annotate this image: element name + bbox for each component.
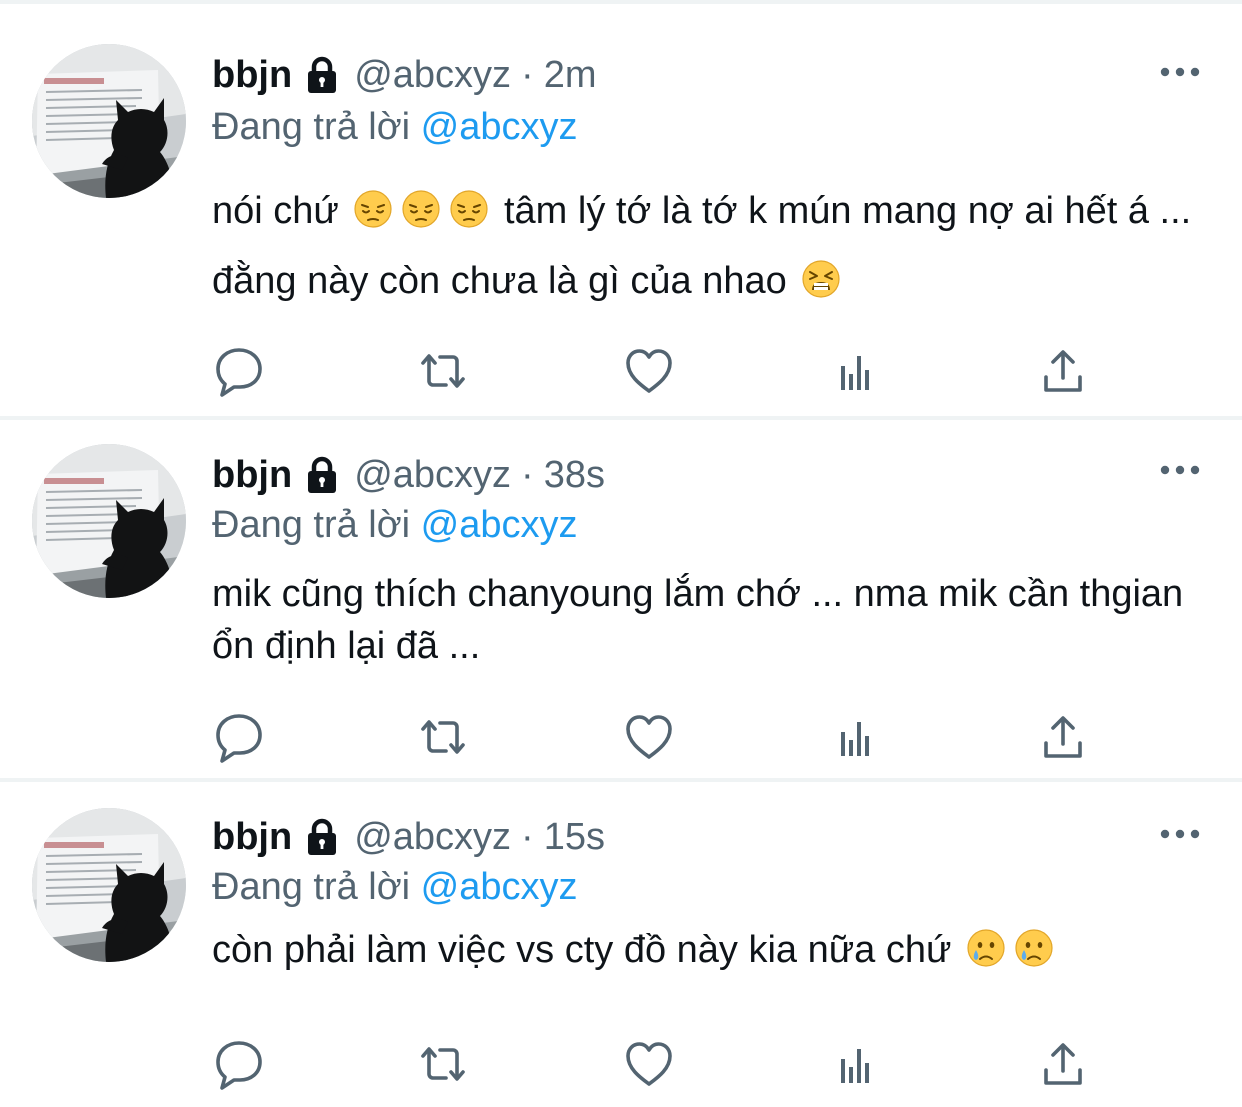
like-icon: [622, 344, 676, 398]
retweet-icon: [416, 710, 470, 764]
stats-icon: [830, 710, 884, 764]
reply-icon: [212, 710, 266, 764]
share-button[interactable]: [1036, 344, 1090, 398]
tweet-text: mik cũng thích chanyoung lắm chớ ... nma…: [212, 573, 1184, 667]
pensive-face-emoji: [449, 189, 489, 229]
share-icon: [1036, 710, 1090, 764]
tweet-actions: [212, 344, 1092, 398]
reply-to-link[interactable]: @abcxyz: [421, 866, 578, 908]
author-name[interactable]: bbjn: [212, 812, 292, 862]
reply-icon: [212, 344, 266, 398]
author-name[interactable]: bbjn: [212, 450, 292, 500]
author-handle[interactable]: @abcxyz: [354, 812, 511, 862]
stats-icon: [830, 1037, 884, 1091]
top-divider: [0, 0, 1242, 4]
lock-icon: [302, 455, 342, 495]
reply-context: Đang trả lời @abcxyz: [212, 862, 578, 912]
reply-button[interactable]: [212, 710, 266, 764]
stats-button[interactable]: [830, 344, 884, 398]
retweet-icon: [416, 344, 470, 398]
stats-button[interactable]: [830, 1037, 884, 1091]
like-icon: [622, 710, 676, 764]
like-button[interactable]: [622, 344, 676, 398]
tweet-text-part: còn phải làm việc vs cty đồ này kia nữa …: [212, 929, 952, 971]
share-button[interactable]: [1036, 1037, 1090, 1091]
retweet-icon: [416, 1037, 470, 1091]
reply-prefix: Đang trả lời: [212, 504, 411, 546]
tweet[interactable]: bbjn @abcxyz · 15s Đang trả lời @abcxyz …: [0, 782, 1242, 1107]
avatar[interactable]: [32, 44, 186, 198]
reply-button[interactable]: [212, 1037, 266, 1091]
reply-to-link[interactable]: @abcxyz: [421, 106, 578, 148]
tweet-text-part: nói chứ: [212, 190, 339, 232]
reply-button[interactable]: [212, 344, 266, 398]
share-icon: [1036, 344, 1090, 398]
tweet-header: bbjn @abcxyz · 15s: [212, 812, 605, 862]
tired-face-emoji: [801, 259, 841, 299]
like-button[interactable]: [622, 710, 676, 764]
share-icon: [1036, 1037, 1090, 1091]
author-handle[interactable]: @abcxyz: [354, 50, 511, 100]
author-name[interactable]: bbjn: [212, 50, 292, 100]
separator-dot: ·: [521, 54, 534, 96]
stats-icon: [830, 344, 884, 398]
author-handle[interactable]: @abcxyz: [354, 450, 511, 500]
tweet[interactable]: bbjn @abcxyz · 38s Đang trả lời @abcxyz …: [0, 420, 1242, 778]
avatar[interactable]: [32, 808, 186, 962]
crying-face-emoji: [1014, 928, 1054, 968]
tweet-time[interactable]: 2m: [544, 50, 597, 100]
reply-context: Đang trả lời @abcxyz: [212, 102, 578, 152]
reply-to-link[interactable]: @abcxyz: [421, 504, 578, 546]
reply-icon: [212, 1037, 266, 1091]
share-button[interactable]: [1036, 710, 1090, 764]
retweet-button[interactable]: [416, 710, 470, 764]
crying-face-emoji: [966, 928, 1006, 968]
tweet-actions: [212, 1037, 1092, 1091]
tweet-actions: [212, 710, 1092, 764]
stats-button[interactable]: [830, 710, 884, 764]
tweet-time[interactable]: 15s: [544, 812, 605, 862]
avatar[interactable]: [32, 444, 186, 598]
tweet-text: còn phải làm việc vs cty đồ này kia nữa …: [212, 924, 1202, 976]
reply-prefix: Đang trả lời: [212, 106, 411, 148]
separator-dot: ·: [521, 454, 534, 496]
lock-icon: [302, 817, 342, 857]
retweet-button[interactable]: [416, 1037, 470, 1091]
like-icon: [622, 1037, 676, 1091]
more-icon[interactable]: [1158, 460, 1202, 480]
like-button[interactable]: [622, 1037, 676, 1091]
pensive-face-emoji: [401, 189, 441, 229]
tweet-text: nói chứ tâm lý tớ là tớ k mún mang nợ ai…: [212, 176, 1202, 316]
retweet-button[interactable]: [416, 344, 470, 398]
tweet[interactable]: bbjn @abcxyz · 2m Đang trả lời @abcxyz n…: [0, 6, 1242, 416]
reply-context: Đang trả lời @abcxyz: [212, 500, 578, 550]
pensive-face-emoji: [353, 189, 393, 229]
lock-icon: [302, 55, 342, 95]
more-icon[interactable]: [1158, 824, 1202, 844]
separator-dot: ·: [521, 816, 534, 858]
tweet-time[interactable]: 38s: [544, 450, 605, 500]
more-icon[interactable]: [1158, 62, 1202, 82]
reply-prefix: Đang trả lời: [212, 866, 411, 908]
tweet-header: bbjn @abcxyz · 2m: [212, 50, 597, 100]
tweet-header: bbjn @abcxyz · 38s: [212, 450, 605, 500]
